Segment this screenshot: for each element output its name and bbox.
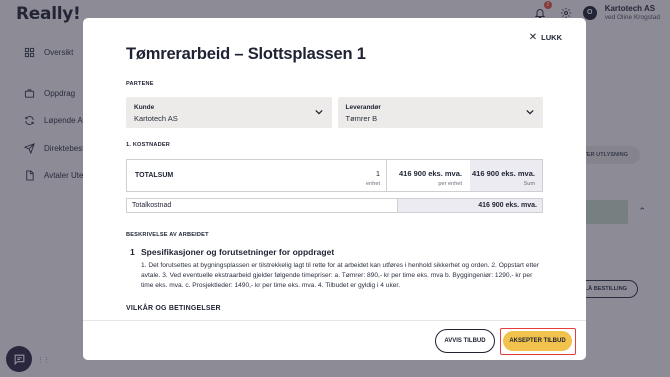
cost-row-label: TOTALSUM [135,172,174,179]
cost-quantity: 1 enhet [298,160,387,191]
customer-select[interactable]: Kunde Kartotech AS [126,97,332,128]
chevron-down-icon [526,109,534,115]
accept-offer-button[interactable]: AKSEPTER TILBUD [503,331,572,351]
modal-content[interactable]: PARTENE Kunde Kartotech AS Leverandør Tø… [126,78,543,320]
section-label-parties: PARTENE [126,81,154,87]
supplier-label: Leverandør [345,104,381,111]
cost-unit-price: 416 900 eks. mva. per enhet [387,160,470,191]
close-icon: ✕ [528,31,538,43]
customer-label: Kunde [134,104,155,111]
page-title: Tømrerarbeid – Slottsplassen 1 [126,45,366,63]
unit-price-value: 416 900 eks. mva. [399,169,462,178]
quantity-value: 1 [375,169,380,178]
description-item-text: 1. Det forutsettes at bygningsplassen er… [141,262,540,289]
sum-sub: Sum [523,181,535,187]
accept-highlight: AKSEPTER TILBUD [500,328,576,355]
close-label: LUKK [541,33,562,42]
section-label-costs: 1. KOSTNADER [126,142,171,148]
description-item-number: 1 [130,247,135,257]
chevron-down-icon [314,109,323,115]
offer-modal: ✕ LUKK Tømrerarbeid – Slottsplassen 1 PA… [83,18,586,360]
customer-value: Kartotech AS [134,114,178,123]
description-item: 1 Spesifikasjoner og forutsetninger for … [126,247,543,291]
cost-row: TOTALSUM 1 enhet 416 900 eks. mva. per e… [126,159,543,192]
sum-value: 416 900 eks. mva. [472,169,535,178]
parties-selects: Kunde Kartotech AS Leverandør Tømrer B [126,97,543,128]
description-item-title: Spesifikasjoner og forutsetninger for op… [141,247,335,257]
total-cost-row: Totalkostnad 416 900 eks. mva. [126,198,543,213]
section-label-description: BESKRIVELSE AV ARBEIDET [126,232,209,238]
close-button[interactable]: ✕ LUKK [528,31,562,43]
total-cost-value: 416 900 eks. mva. [398,199,542,212]
cost-sum: 416 900 eks. mva. Sum [470,160,542,191]
supplier-value: Tømrer B [345,114,378,123]
unit-price-sub: per enhet [438,181,462,187]
quantity-unit: enhet [366,181,380,187]
modal-footer: AVVIS TILBUD AKSEPTER TILBUD [83,320,586,360]
reject-offer-button[interactable]: AVVIS TILBUD [435,329,495,353]
section-label-terms: VILKÅR OG BETINGELSER [126,304,221,312]
total-cost-label: Totalkostnad [127,199,398,212]
supplier-select[interactable]: Leverandør Tømrer B [337,97,543,128]
